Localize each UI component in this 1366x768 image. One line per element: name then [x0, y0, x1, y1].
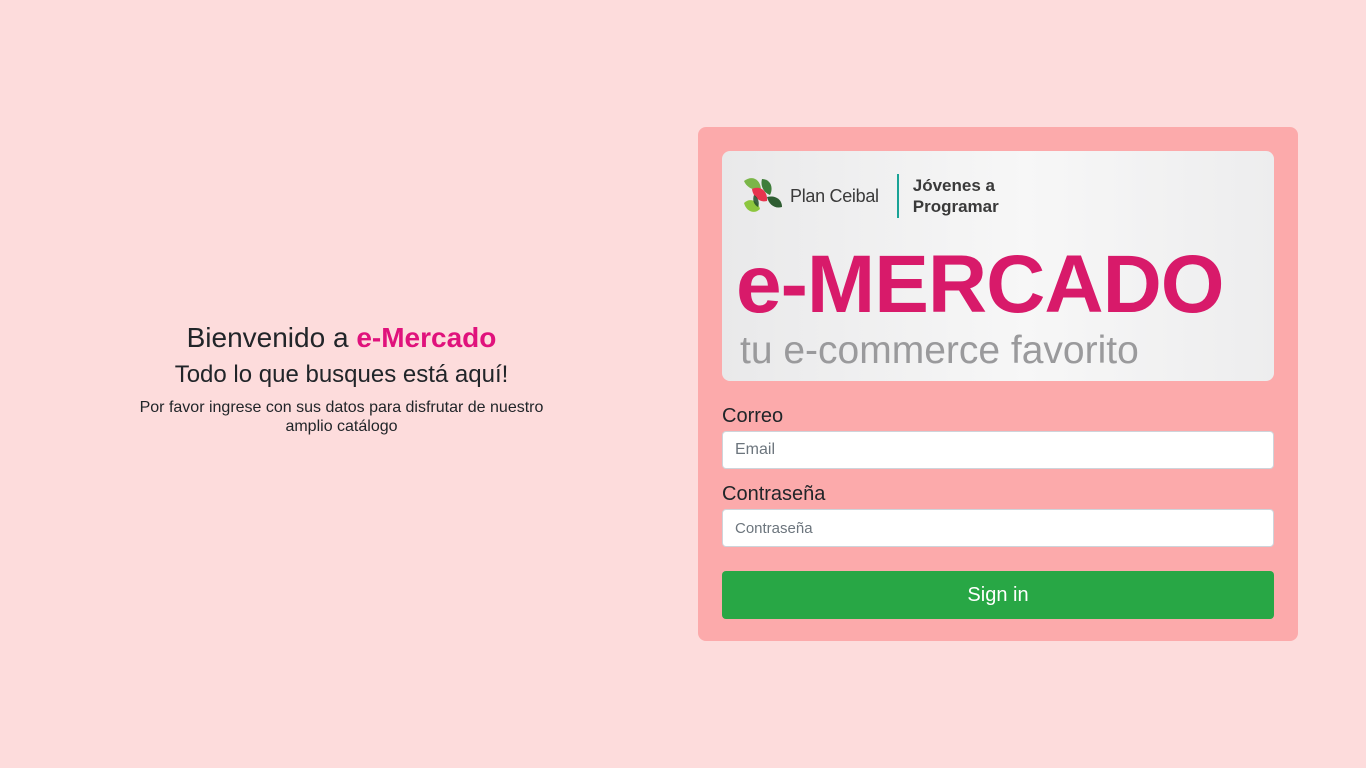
welcome-brand: e-Mercado	[356, 322, 497, 353]
emercado-banner: Plan Ceibal Jóvenes a Programar e-MERCAD…	[722, 151, 1274, 381]
banner-title: e-MERCADO	[736, 239, 1225, 330]
welcome-greeting: Bienvenido a	[186, 322, 357, 353]
email-group: Correo	[722, 403, 1274, 469]
sign-in-button[interactable]: Sign in	[722, 571, 1274, 619]
password-label: Contraseña	[722, 483, 826, 505]
password-group: Contraseña	[722, 481, 1274, 547]
program-label: Jóvenes a Programar	[912, 176, 999, 216]
plan-ceibal-logo-icon	[740, 173, 784, 219]
banner-tagline: tu e-commerce favorito	[740, 329, 1139, 372]
welcome-description: Por favor ingrese con sus datos para dis…	[139, 399, 544, 435]
login-card: Plan Ceibal Jóvenes a Programar e-MERCAD…	[698, 127, 1298, 641]
password-field[interactable]	[722, 509, 1274, 547]
plan-ceibal-label: Plan Ceibal	[790, 185, 879, 206]
email-field[interactable]	[722, 431, 1274, 469]
login-form: Correo Contraseña Sign in	[722, 403, 1274, 619]
logo-row: Plan Ceibal Jóvenes a Programar	[740, 173, 999, 219]
welcome-heading: Bienvenido a e-Mercado	[120, 320, 563, 356]
welcome-subtitle: Todo lo que busques está aquí!	[174, 361, 509, 388]
email-label: Correo	[722, 405, 784, 427]
welcome-section: Bienvenido a e-Mercado Todo lo que busqu…	[120, 320, 563, 436]
logo-divider	[896, 174, 899, 218]
